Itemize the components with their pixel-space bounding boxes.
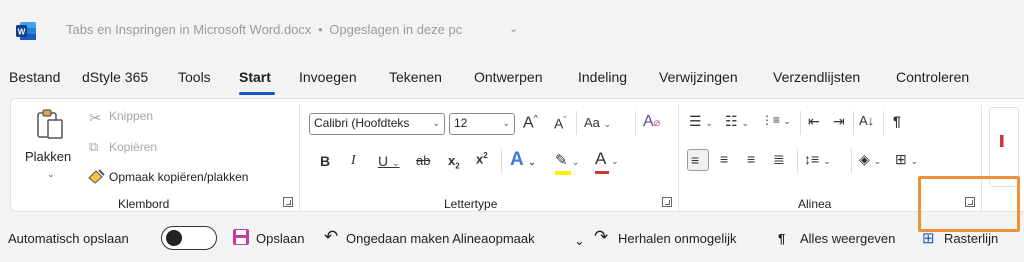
align-right-icon[interactable]: ≡ (747, 151, 755, 167)
font-name-dropdown[interactable]: Calibri (Hoofdteks ⌄ (309, 113, 445, 135)
gridlines-button[interactable]: Rasterlijn (944, 231, 998, 246)
paste-chevron-icon[interactable]: ⌄ (47, 169, 55, 180)
align-center-icon[interactable]: ≡ (720, 151, 728, 167)
paragraph-dialog-launcher-icon[interactable] (965, 197, 975, 207)
format-painter-button[interactable]: Opmaak kopiëren/plakken (109, 170, 248, 184)
sort-icon[interactable]: A↓ (859, 113, 874, 128)
tab-tools[interactable]: Tools (178, 69, 211, 85)
decrease-indent-icon[interactable]: ⇤ (808, 113, 820, 130)
save-icon[interactable] (232, 228, 250, 246)
chevron-down-icon: ⌄ (432, 118, 440, 128)
divider (883, 111, 884, 135)
grow-font-icon[interactable]: A^ (523, 113, 538, 132)
bold-icon[interactable]: B (320, 153, 330, 169)
underline-icon[interactable]: U ⌄ (378, 153, 400, 169)
active-tab-indicator (239, 92, 275, 95)
font-name-value: Calibri (Hoofdteks (314, 116, 410, 130)
undo-icon[interactable]: ↶ (324, 227, 338, 247)
paragraph-group-label: Alinea (798, 197, 832, 211)
text-effects-icon[interactable]: A ⌄ (510, 149, 536, 171)
tab-verwijzingen[interactable]: Verwijzingen (659, 69, 738, 85)
title-bar: W Tabs en Inspringen in Microsoft Word.d… (0, 0, 1024, 62)
align-left-button[interactable]: ≡ (687, 149, 709, 171)
divider (797, 149, 798, 173)
format-painter-icon[interactable] (87, 168, 107, 184)
paste-icon[interactable] (35, 107, 65, 141)
justify-icon[interactable]: ≣ (773, 151, 785, 168)
tab-invoegen[interactable]: Invoegen (299, 69, 357, 85)
strikethrough-icon[interactable]: ab (416, 153, 430, 168)
borders-icon[interactable]: ⊞ ⌄ (895, 151, 918, 168)
copy-button[interactable]: Kopiëren (109, 140, 157, 154)
tab-start[interactable]: Start (239, 69, 271, 85)
tab-indeling[interactable]: Indeling (578, 69, 627, 85)
gridlines-icon[interactable]: ⊞ (922, 229, 935, 247)
tab-bestand[interactable]: Bestand (9, 69, 60, 85)
divider (501, 149, 502, 173)
save-button[interactable]: Opslaan (256, 231, 304, 246)
group-divider (678, 105, 679, 211)
clipboard-group-label: Klembord (118, 197, 170, 211)
toggle-knob (166, 230, 182, 246)
redo-icon: ↷ (594, 227, 609, 246)
autosave-toggle[interactable] (161, 226, 217, 250)
divider (851, 149, 852, 173)
styles-gallery[interactable]: ▌ (989, 107, 1019, 187)
undo-button[interactable]: Ongedaan maken Alineaopmaak (346, 231, 535, 246)
shrink-font-icon[interactable]: Aˇ (554, 115, 566, 132)
chevron-down-icon[interactable]: ⌄ (509, 22, 518, 35)
quick-access-toolbar: Automatisch opslaan Opslaan ↶ Ongedaan m… (0, 214, 1024, 262)
group-divider (299, 105, 300, 211)
tab-verzendlijsten[interactable]: Verzendlijsten (773, 69, 860, 85)
font-size-dropdown[interactable]: 12 ⌄ (449, 113, 515, 135)
ribbon-area: Plakken ⌄ ✂ Knippen ⧉ Kopiëren Opmaak ko… (0, 96, 1024, 214)
undo-chevron-icon[interactable]: ⌄ (574, 233, 585, 249)
font-dialog-launcher-icon[interactable] (662, 197, 672, 207)
clipboard-dialog-launcher-icon[interactable] (283, 197, 293, 207)
styles-preview-icon: ▌ (1000, 136, 1008, 147)
line-spacing-icon[interactable]: ↕≡ ⌄ (804, 151, 831, 167)
divider (853, 111, 854, 135)
align-left-icon: ≡ (691, 152, 700, 168)
italic-icon[interactable]: I (351, 153, 356, 169)
font-size-value: 12 (454, 116, 468, 130)
multilevel-list-icon[interactable]: ⋮≡ ⌄ (761, 113, 791, 127)
increase-indent-icon[interactable]: ⇥ (833, 113, 845, 130)
paste-button[interactable]: Plakken (25, 149, 71, 164)
paragraph-mark-icon[interactable]: ¶ (778, 231, 785, 246)
divider (576, 111, 577, 135)
divider (635, 111, 636, 135)
change-case-icon[interactable]: Aa ⌄ (584, 115, 611, 130)
svg-text:W: W (18, 28, 26, 37)
redo-button: Herhalen onmogelijk (618, 231, 737, 246)
tab-dstyle[interactable]: dStyle 365 (82, 69, 148, 85)
cut-button[interactable]: Knippen (109, 109, 153, 123)
scissors-icon[interactable]: ✂ (89, 109, 102, 127)
show-paragraph-marks-icon[interactable]: ¶ (893, 113, 901, 129)
tab-controleren[interactable]: Controleren (896, 69, 969, 85)
clear-formatting-icon[interactable]: A⌀ (643, 113, 660, 131)
document-title[interactable]: Tabs en Inspringen in Microsoft Word.doc… (66, 22, 462, 37)
superscript-icon[interactable]: x2 (476, 151, 488, 166)
tab-ontwerpen[interactable]: Ontwerpen (474, 69, 542, 85)
bullets-icon[interactable]: ☰ ⌄ (689, 113, 713, 130)
numbering-icon[interactable]: ☷ ⌄ (725, 113, 749, 130)
tab-tekenen[interactable]: Tekenen (389, 69, 442, 85)
ribbon-panel: Plakken ⌄ ✂ Knippen ⧉ Kopiëren Opmaak ko… (10, 98, 1024, 212)
subscript-icon[interactable]: x2 (448, 153, 460, 171)
highlighter-icon[interactable]: ✎ ⌄ (555, 151, 579, 175)
ribbon-tabs: Bestand dStyle 365 Tools Start Invoegen … (0, 62, 1024, 96)
show-all-button[interactable]: Alles weergeven (800, 231, 895, 246)
autosave-label: Automatisch opslaan (8, 231, 129, 246)
font-group-label: Lettertype (444, 197, 498, 211)
shading-icon[interactable]: ◈ ⌄ (859, 151, 881, 168)
group-divider (981, 105, 982, 211)
divider (800, 111, 801, 135)
word-logo-icon: W (16, 22, 36, 40)
font-color-icon[interactable]: A ⌄ (595, 149, 619, 174)
copy-icon[interactable]: ⧉ (89, 139, 98, 155)
chevron-down-icon: ⌄ (502, 118, 510, 128)
